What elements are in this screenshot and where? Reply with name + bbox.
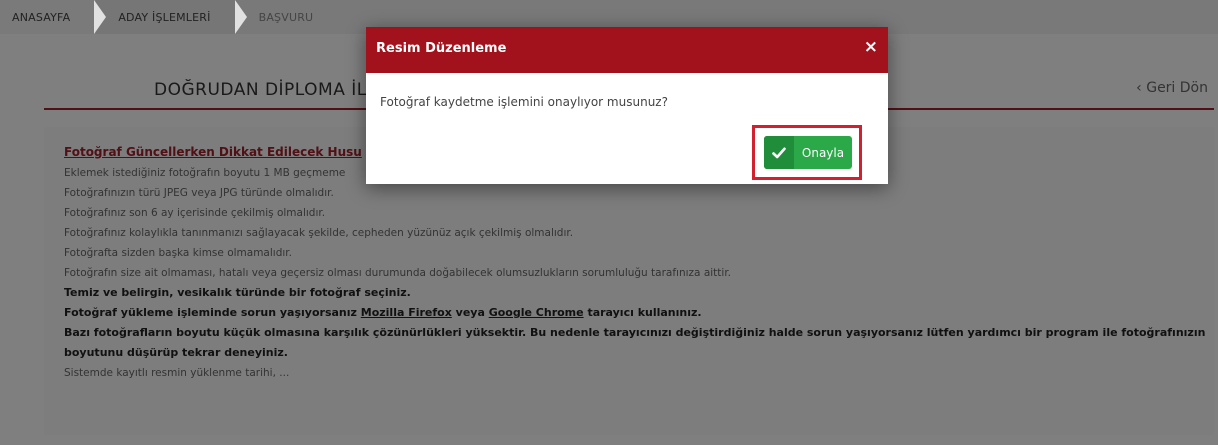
close-icon[interactable]: × — [864, 37, 878, 57]
check-icon — [764, 136, 794, 169]
dialog-header: Resim Düzenleme × — [366, 27, 888, 73]
confirm-label: Onayla — [801, 145, 845, 160]
confirm-dialog: Resim Düzenleme × Fotoğraf kaydetme işle… — [366, 27, 888, 184]
dialog-message: Fotoğraf kaydetme işlemini onaylıyor mus… — [380, 95, 668, 109]
confirm-button[interactable]: Onayla — [764, 136, 852, 169]
dialog-title: Resim Düzenleme — [376, 41, 507, 56]
